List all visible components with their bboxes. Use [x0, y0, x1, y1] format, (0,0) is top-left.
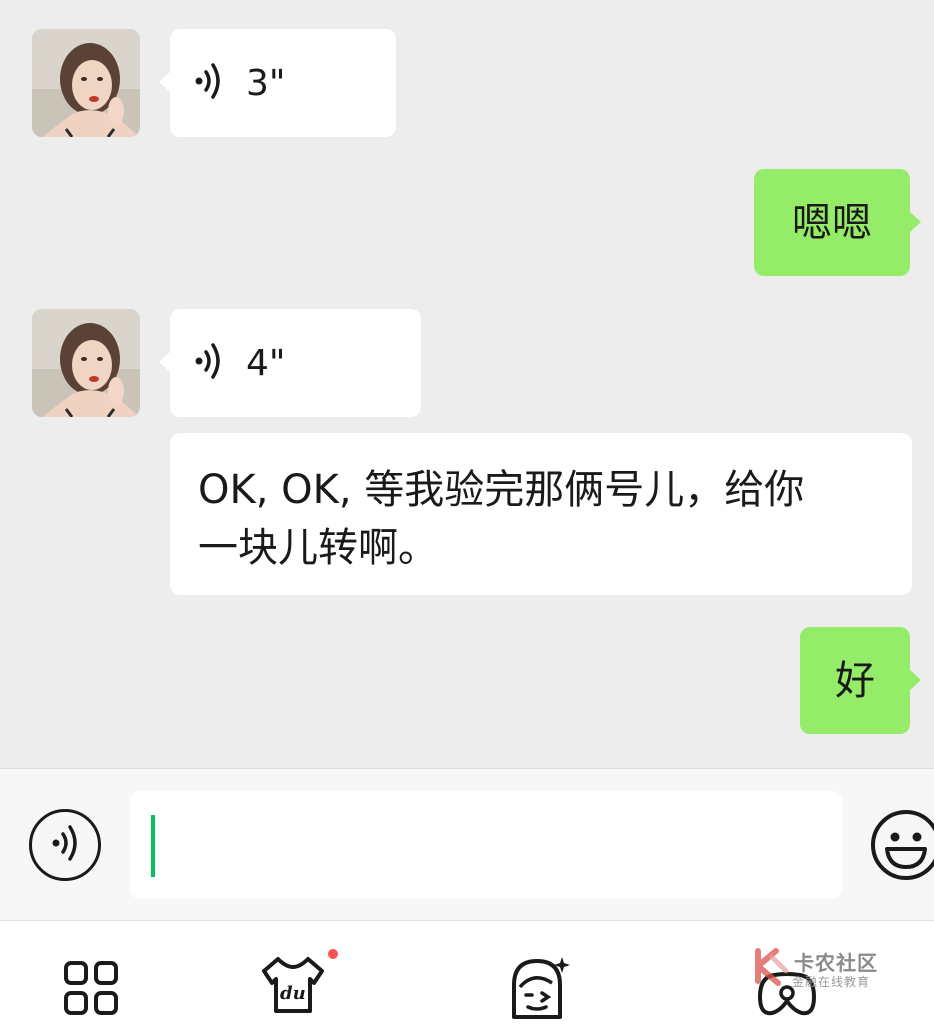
watermark-logo: 卡农社区 金融在线教育	[752, 947, 882, 1011]
face-sparkle-icon	[508, 957, 572, 1023]
voice-wave-icon	[194, 61, 224, 105]
svg-text:du: du	[280, 983, 306, 1004]
contact-avatar[interactable]	[32, 29, 140, 137]
voice-duration: 3"	[246, 62, 286, 104]
message-text: 嗯嗯	[792, 199, 872, 246]
message-text: OK, OK, 等我验完那俩号儿，给你 一块儿转啊。	[198, 467, 805, 571]
voice-message-bubble[interactable]: 3"	[159, 29, 396, 137]
text-caret	[151, 815, 155, 877]
contact-avatar[interactable]	[32, 309, 140, 417]
message-text-input[interactable]	[130, 791, 842, 899]
du-app-button[interactable]: du	[260, 949, 338, 1019]
chat-message-list[interactable]: 3" 嗯嗯 4" OK, OK, 等我验完那俩号儿，给你 一块儿转啊。 好	[0, 0, 934, 768]
voice-message-bubble[interactable]: 4"	[159, 309, 421, 417]
smiley-face-icon	[870, 810, 934, 887]
apps-grid-icon	[64, 961, 118, 1019]
watermark-subtitle: 金融在线教育	[792, 975, 871, 989]
voice-icon	[50, 824, 80, 866]
voice-wave-icon	[194, 341, 224, 385]
du-tshirt-icon: du	[260, 957, 326, 1019]
emoji-button[interactable]	[870, 807, 934, 883]
watermark-title: 卡农社区	[794, 951, 878, 975]
incoming-message-bubble[interactable]: OK, OK, 等我验完那俩号儿，给你 一块儿转啊。	[170, 433, 912, 595]
bottom-toolbar: du 卡农社区 金融在线教育	[0, 920, 934, 1036]
voice-toggle-button[interactable]	[29, 809, 101, 881]
apps-grid-button[interactable]	[64, 961, 118, 1019]
kanong-logo-icon	[755, 948, 789, 986]
message-text: 好	[835, 657, 875, 704]
voice-duration: 4"	[246, 342, 286, 384]
notification-badge-dot	[328, 949, 338, 959]
outgoing-message-bubble[interactable]: 嗯嗯	[754, 169, 921, 276]
sticker-button[interactable]	[508, 955, 572, 1023]
message-input-bar	[0, 768, 934, 920]
outgoing-message-bubble[interactable]: 好	[800, 627, 921, 734]
